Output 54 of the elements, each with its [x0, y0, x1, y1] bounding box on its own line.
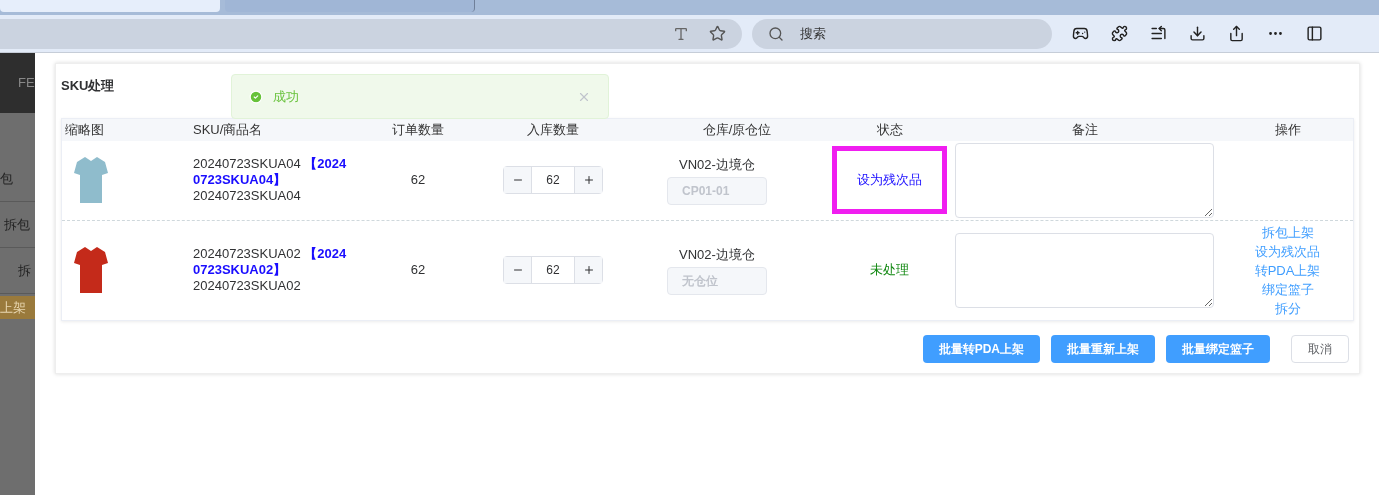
- quantity-stepper[interactable]: 62: [503, 256, 603, 284]
- game-icon[interactable]: [1072, 25, 1089, 42]
- search-bar[interactable]: 搜索: [752, 18, 1052, 49]
- action-link[interactable]: 设为残次品: [1255, 241, 1320, 261]
- sidebar-item[interactable]: 包: [0, 168, 13, 189]
- status-label: 设为残次品: [832, 146, 947, 214]
- order-quantity: 62: [409, 171, 427, 190]
- sidebar-header: FE: [18, 74, 35, 93]
- action-button[interactable]: 取消: [1291, 334, 1349, 363]
- search-input[interactable]: 搜索: [800, 23, 1000, 44]
- quantity-value[interactable]: 62: [532, 257, 574, 283]
- column-header: 操作: [1273, 120, 1302, 139]
- warehouse-name: VN02-边境仓: [679, 156, 755, 175]
- sku-name-cell-text: 20240723SKUA04 【20240723SKUA04】 20240723SKUA04: [192, 156, 348, 204]
- extensions-icon[interactable]: [1111, 25, 1128, 42]
- column-header: 入库数量: [526, 120, 580, 139]
- remark-field[interactable]: [955, 232, 1214, 308]
- column-header: 仓库/原仓位: [701, 120, 773, 139]
- sidebar-item[interactable]: 拆包: [4, 214, 30, 235]
- action-link[interactable]: 拆分: [1274, 298, 1301, 318]
- download-icon[interactable]: [1189, 25, 1206, 42]
- sidebar-icon[interactable]: [1306, 25, 1323, 42]
- increase-button[interactable]: [574, 257, 602, 283]
- column-header: 缩略图: [64, 120, 105, 139]
- action-link[interactable]: 转PDA上架: [1254, 260, 1321, 280]
- plus-icon: [582, 174, 595, 186]
- action-button[interactable]: 批量重新上架: [1051, 334, 1155, 363]
- warehouse-name: VN02-边境仓: [679, 246, 755, 265]
- column-header: 订单数量: [391, 120, 445, 139]
- increase-button[interactable]: [574, 167, 602, 193]
- sidebar-highlight[interactable]: 上架: [0, 296, 35, 319]
- search-icon: [768, 25, 784, 42]
- column-header: 状态: [875, 120, 904, 139]
- dialog-title: SKU处理: [61, 77, 115, 95]
- favorite-star-icon[interactable]: [709, 25, 726, 42]
- column-header: 备注: [1070, 120, 1099, 139]
- quantity-value[interactable]: 62: [532, 167, 574, 193]
- sku-name-cell-text: 20240723SKUA02 【20240723SKUA02】 20240723SKUA02: [192, 246, 348, 294]
- column-header: SKU/商品名: [192, 120, 264, 139]
- success-icon: [249, 89, 263, 104]
- action-link[interactable]: 拆包上架: [1261, 222, 1314, 242]
- remark-field[interactable]: [955, 142, 1214, 218]
- toast-message: 成功: [273, 87, 299, 106]
- sidebar-item[interactable]: 拆: [18, 260, 31, 281]
- action-button[interactable]: 批量绑定篮子: [1166, 334, 1270, 363]
- decrease-button[interactable]: [504, 167, 532, 193]
- order-quantity: 62: [409, 261, 427, 280]
- action-link[interactable]: 绑定篮子: [1261, 279, 1314, 299]
- share-icon[interactable]: [1228, 25, 1245, 42]
- action-button[interactable]: 批量转PDA上架: [922, 334, 1040, 363]
- plus-icon: [582, 264, 595, 276]
- status-label: 未处理: [870, 261, 909, 280]
- decrease-button[interactable]: [504, 257, 532, 283]
- quantity-stepper[interactable]: 62: [503, 166, 603, 194]
